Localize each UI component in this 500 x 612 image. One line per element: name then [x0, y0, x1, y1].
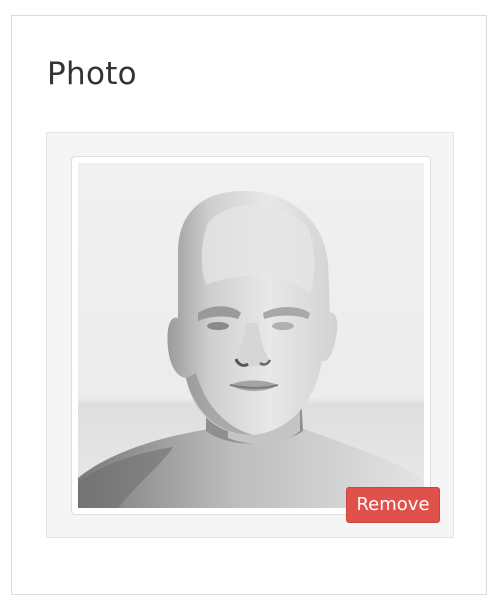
portrait-image — [78, 163, 424, 508]
section-title: Photo — [47, 56, 137, 92]
remove-photo-button[interactable]: Remove — [346, 487, 440, 523]
photo-thumbnail — [71, 156, 431, 515]
photo-panel: Photo Remove — [11, 15, 487, 595]
photo-upload-area: Remove — [46, 132, 454, 538]
